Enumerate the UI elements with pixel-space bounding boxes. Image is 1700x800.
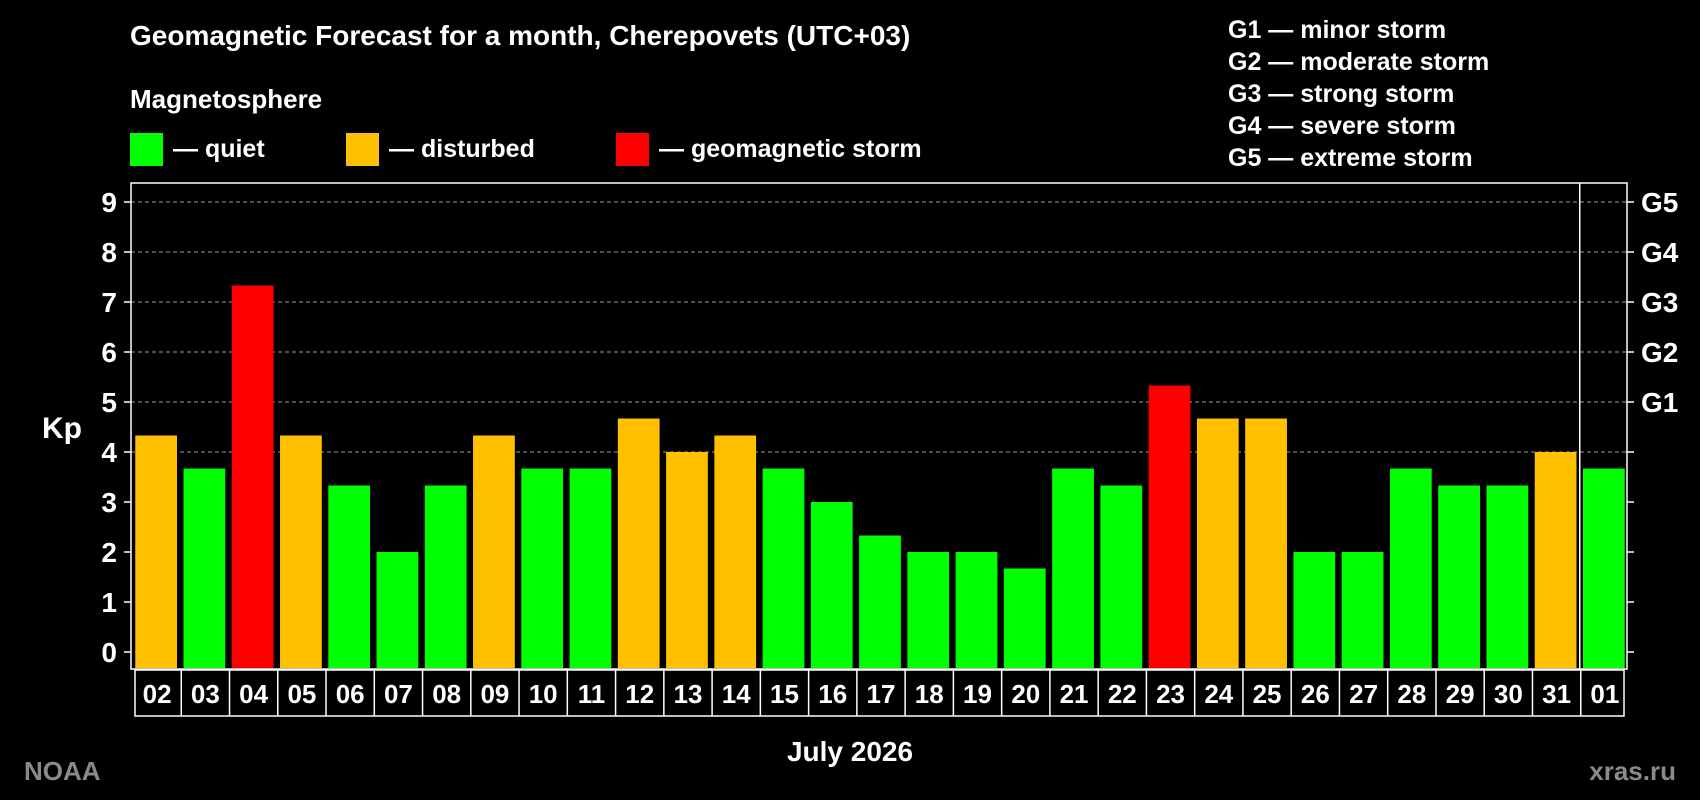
bar-11 bbox=[569, 468, 612, 668]
date-label-14: 14 bbox=[722, 679, 751, 709]
bar-31 bbox=[1534, 452, 1577, 668]
bar-04 bbox=[231, 285, 274, 668]
bar-10 bbox=[521, 468, 564, 668]
date-label-15: 15 bbox=[770, 679, 799, 709]
date-label-27: 27 bbox=[1349, 679, 1378, 709]
date-label-04: 04 bbox=[239, 679, 268, 709]
ytick-label-8: 8 bbox=[101, 237, 117, 268]
date-label-11: 11 bbox=[578, 679, 606, 709]
bar-12 bbox=[617, 418, 660, 668]
bar-13 bbox=[666, 452, 708, 668]
right-axis-label-G3: G3 bbox=[1641, 287, 1678, 318]
bar-03 bbox=[183, 468, 226, 668]
credit-noaa: NOAA bbox=[24, 756, 101, 786]
bar-15 bbox=[762, 468, 805, 668]
bar-23 bbox=[1148, 385, 1191, 668]
date-label-03: 03 bbox=[191, 679, 220, 709]
date-label-08: 08 bbox=[432, 679, 461, 709]
date-label-22: 22 bbox=[1108, 679, 1137, 709]
bar-05 bbox=[280, 435, 322, 668]
date-label-24: 24 bbox=[1204, 679, 1233, 709]
date-label-21: 21 bbox=[1060, 679, 1089, 709]
date-label-12: 12 bbox=[625, 679, 654, 709]
bar-02 bbox=[135, 435, 178, 668]
date-label-30: 30 bbox=[1494, 679, 1523, 709]
date-label-09: 09 bbox=[480, 679, 509, 709]
ytick-label-1: 1 bbox=[101, 587, 117, 618]
bar-17 bbox=[859, 535, 901, 668]
date-label-20: 20 bbox=[1011, 679, 1040, 709]
bar-22 bbox=[1100, 485, 1143, 668]
date-label-17: 17 bbox=[867, 679, 896, 709]
right-axis-label-G5: G5 bbox=[1641, 187, 1678, 218]
right-axis-label-G1: G1 bbox=[1641, 387, 1678, 418]
bar-27 bbox=[1341, 552, 1384, 668]
bar-28 bbox=[1389, 468, 1432, 668]
credit-xras: xras.ru bbox=[1589, 756, 1676, 786]
bar-09 bbox=[473, 435, 515, 668]
ytick-label-4: 4 bbox=[101, 437, 117, 468]
bar-01 bbox=[1582, 468, 1625, 668]
date-label-19: 19 bbox=[963, 679, 992, 709]
date-label-25: 25 bbox=[1253, 679, 1282, 709]
bar-20 bbox=[1003, 568, 1046, 668]
bar-16 bbox=[810, 502, 853, 668]
bar-18 bbox=[907, 552, 950, 668]
bar-14 bbox=[714, 435, 757, 668]
date-label-31: 31 bbox=[1542, 679, 1571, 709]
ytick-label-5: 5 bbox=[101, 387, 117, 418]
date-label-06: 06 bbox=[336, 679, 365, 709]
date-label-28: 28 bbox=[1397, 679, 1426, 709]
ytick-label-0: 0 bbox=[101, 637, 117, 668]
y-axis-label: Kp bbox=[42, 412, 82, 445]
ytick-label-9: 9 bbox=[101, 187, 117, 218]
date-label-07: 07 bbox=[384, 679, 413, 709]
date-label-01: 01 bbox=[1590, 679, 1619, 709]
date-label-10: 10 bbox=[529, 679, 558, 709]
ytick-label-3: 3 bbox=[101, 487, 117, 518]
date-label-13: 13 bbox=[674, 679, 703, 709]
date-label-05: 05 bbox=[287, 679, 316, 709]
date-label-29: 29 bbox=[1446, 679, 1475, 709]
bar-29 bbox=[1438, 485, 1480, 668]
ytick-label-2: 2 bbox=[101, 537, 117, 568]
month-label: July 2026 bbox=[786, 736, 914, 767]
bar-06 bbox=[328, 485, 371, 668]
bar-07 bbox=[376, 552, 419, 668]
bar-30 bbox=[1486, 485, 1529, 668]
ytick-label-7: 7 bbox=[101, 287, 117, 318]
bar-25 bbox=[1245, 418, 1287, 668]
bar-21 bbox=[1052, 468, 1094, 668]
right-axis-label-G2: G2 bbox=[1641, 337, 1678, 368]
bar-08 bbox=[424, 485, 467, 668]
bar-24 bbox=[1196, 418, 1239, 668]
kp-bar-chart: 0123456789G1G2G3G4G5Kp02 03 04 05 06 07 08 09 10… bbox=[42, 182, 1679, 717]
bar-26 bbox=[1293, 552, 1336, 668]
right-axis-label-G4: G4 bbox=[1641, 237, 1679, 268]
date-label-23: 23 bbox=[1156, 679, 1185, 709]
date-label-16: 16 bbox=[818, 679, 847, 709]
date-label-26: 26 bbox=[1301, 679, 1330, 709]
bar-19 bbox=[955, 552, 998, 668]
ytick-label-6: 6 bbox=[101, 337, 117, 368]
date-label-02: 02 bbox=[143, 679, 172, 709]
date-label-18: 18 bbox=[915, 679, 944, 709]
